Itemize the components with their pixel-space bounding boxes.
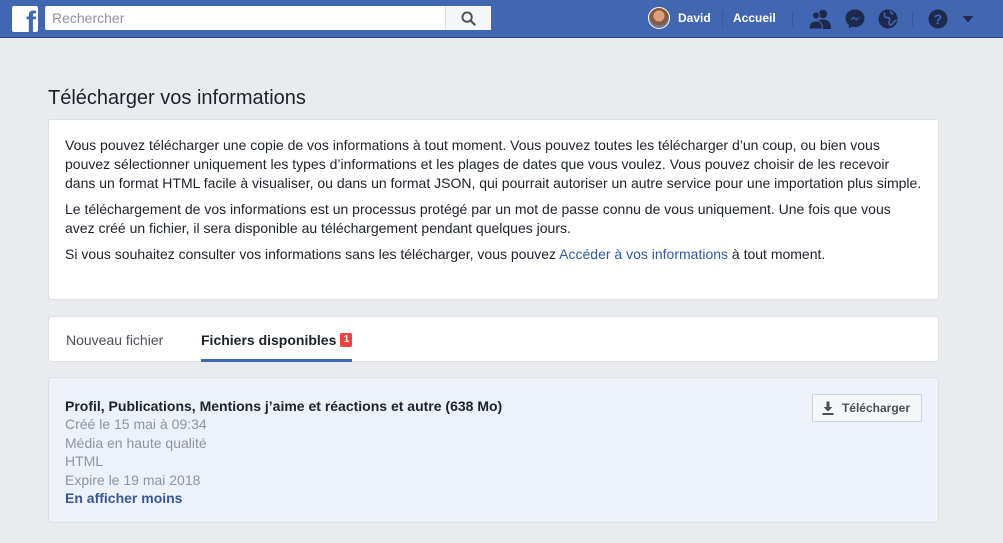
svg-text:?: ? [934,11,943,27]
intro-text: à tout moment. [728,246,826,262]
search-icon [461,10,476,26]
help-icon: ? [928,9,948,29]
tab-bar: Nouveau fichier Fichiers disponibles 1 [48,316,939,362]
messenger-button[interactable] [843,7,867,31]
nav-divider [912,11,913,27]
caret-down-icon [962,16,974,23]
file-expiry: Expire le 19 mai 2018 [65,471,201,488]
home-link[interactable]: Accueil [733,11,776,25]
file-format: HTML [65,453,104,469]
file-card: Profil, Publications, Mentions j’aime et… [48,377,939,523]
file-title: Profil, Publications, Mentions j’aime et… [65,398,503,414]
tab-available-files[interactable]: Fichiers disponibles 1 [201,317,353,362]
profile-link[interactable]: David [648,6,711,30]
account-menu-button[interactable] [956,7,980,31]
search-input[interactable] [45,6,445,30]
top-navigation-bar: f David Accueil [0,0,1003,38]
page-title: Télécharger vos informations [48,87,306,109]
friends-icon [808,9,831,30]
messenger-icon [845,9,865,29]
globe-icon [878,9,898,29]
facebook-logo[interactable]: f [12,6,38,32]
show-less-link[interactable]: En afficher moins [65,489,182,508]
access-information-link[interactable]: Accéder à vos informations [559,246,728,262]
tab-label: Fichiers disponibles [201,331,337,348]
intro-paragraph: Vous pouvez télécharger une copie de vos… [65,137,922,191]
download-label: Télécharger [841,401,910,415]
intro-panel: Vous pouvez télécharger une copie de vos… [48,119,939,300]
intro-paragraph: Si vous souhaitez consulter vos informat… [65,245,922,264]
intro-paragraph: Le téléchargement de vos informations es… [65,201,891,236]
notification-badge: 1 [340,332,353,347]
tab-new-file[interactable]: Nouveau fichier [66,317,163,362]
user-name: David [678,11,711,25]
tab-label: Nouveau fichier [66,331,164,348]
notifications-button[interactable] [876,7,900,31]
file-quality: Média en haute qualité [65,434,207,451]
download-button[interactable]: Télécharger [811,394,922,422]
friend-requests-button[interactable] [808,7,832,31]
nav-divider [792,11,793,27]
help-button[interactable]: ? [926,7,950,31]
nav-divider [722,11,723,27]
search-bar [45,6,491,30]
search-button[interactable] [445,6,491,30]
file-created: Créé le 15 mai à 09:34 [65,416,207,432]
intro-text: Si vous souhaitez consulter vos informat… [65,246,560,262]
avatar [648,7,670,29]
download-icon [822,401,834,415]
